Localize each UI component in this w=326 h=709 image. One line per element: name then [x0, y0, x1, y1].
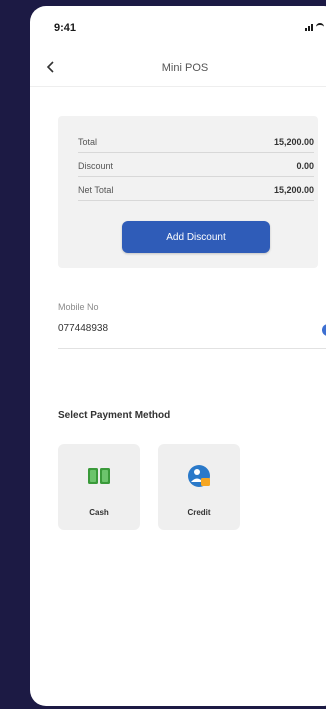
summary-value: 0.00	[296, 161, 314, 171]
summary-value: 15,200.00	[273, 137, 314, 147]
payment-method-heading: Select Payment Method	[58, 410, 171, 421]
summary-label: Total	[78, 137, 98, 147]
mobile-field-value: 077448938	[58, 323, 109, 334]
payment-option-label: Credit	[187, 508, 211, 517]
cash-icon	[88, 468, 110, 484]
phone-screen: 9:41 Mini POS Total 15,200.00 Discount 0…	[30, 6, 326, 706]
summary-value: 15,200.00	[273, 185, 314, 195]
status-bar: 9:41	[30, 6, 326, 50]
mobile-field-label: Mobile No	[58, 302, 99, 312]
status-time: 9:41	[54, 22, 77, 34]
payment-option-label: Cash	[89, 508, 109, 517]
summary-label: Discount	[78, 161, 114, 171]
page-title: Mini POS	[161, 62, 209, 74]
mobile-field[interactable]: 077448938 i	[58, 318, 326, 349]
payment-option-credit[interactable]: Credit	[158, 444, 240, 530]
payment-option-cash[interactable]: Cash	[58, 444, 140, 530]
signal-icon	[305, 24, 313, 31]
summary-row-discount: Discount 0.00	[78, 158, 314, 177]
info-icon[interactable]: i	[322, 324, 326, 336]
status-icons	[305, 23, 324, 31]
nav-bar: Mini POS	[30, 50, 326, 87]
summary-row-net-total: Net Total 15,200.00	[78, 182, 314, 201]
summary-row-total: Total 15,200.00	[78, 134, 314, 153]
summary-label: Net Total	[78, 185, 114, 195]
add-discount-button[interactable]: Add Discount	[122, 221, 270, 253]
wifi-icon	[316, 23, 324, 31]
app-background: 9:41 Mini POS Total 15,200.00 Discount 0…	[0, 0, 326, 709]
credit-icon	[188, 465, 210, 487]
